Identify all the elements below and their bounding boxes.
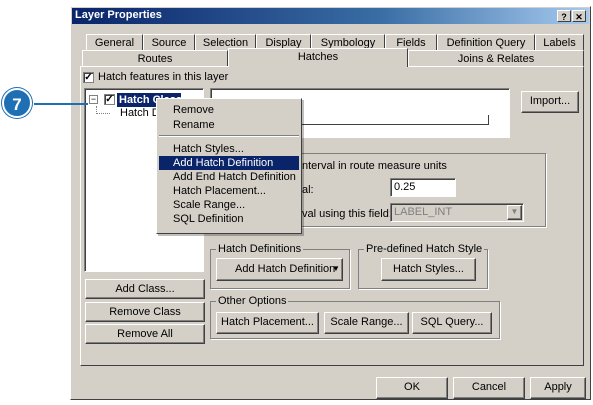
tree-connector [96, 106, 110, 114]
dropdown-arrow-icon: ▼ [332, 264, 340, 273]
menu-item-sql-definition[interactable]: SQL Definition [159, 212, 299, 226]
tab-source[interactable]: Source [143, 34, 195, 51]
menu-item-rename[interactable]: Rename [159, 118, 299, 132]
expand-collapse-icon[interactable]: − [89, 95, 98, 104]
add-class-button[interactable]: Add Class... [85, 279, 205, 299]
ok-button[interactable]: OK [376, 377, 448, 399]
menu-separator [159, 135, 299, 137]
menu-item-add-hatch-definition[interactable]: Add Hatch Definition [159, 156, 299, 170]
other-options-label: Other Options [216, 295, 289, 307]
field-label: val using this field: [302, 208, 392, 220]
tab-general[interactable]: General [86, 34, 143, 51]
remove-class-button[interactable]: Remove Class [85, 302, 205, 322]
menu-item-add-end-hatch-definition[interactable]: Add End Hatch Definition [159, 170, 299, 184]
menu-item-scale-range[interactable]: Scale Range... [159, 198, 299, 212]
preview-tick-right [488, 115, 489, 125]
add-hatch-definition-label: Add Hatch Definition [235, 263, 336, 275]
chevron-down-icon[interactable]: ▼ [507, 205, 522, 220]
hatch-placement-button[interactable]: Hatch Placement... [216, 312, 319, 334]
tab-routes[interactable]: Routes [82, 50, 228, 67]
interval-input[interactable]: 0.25 [390, 178, 456, 197]
hatch-styles-button[interactable]: Hatch Styles... [381, 258, 476, 281]
remove-all-button[interactable]: Remove All [85, 324, 205, 344]
menu-item-hatch-placement[interactable]: Hatch Placement... [159, 184, 299, 198]
tab-joins-relates[interactable]: Joins & Relates [408, 50, 584, 67]
callout-line [34, 103, 88, 105]
field-select[interactable]: LABEL_INT [390, 203, 524, 222]
hatch-definitions-label: Hatch Definitions [216, 243, 304, 255]
tab-definition-query[interactable]: Definition Query [437, 34, 535, 51]
hatch-class-checkbox[interactable]: ✓ [104, 94, 115, 105]
import-button[interactable]: Import... [521, 91, 579, 113]
hatch-features-checkbox[interactable]: ✓ [83, 72, 94, 83]
apply-button[interactable]: Apply [530, 377, 586, 399]
tab-hatches[interactable]: Hatches [228, 48, 408, 67]
interval-description: nterval in route measure units [302, 160, 447, 172]
menu-item-remove[interactable]: Remove [159, 103, 299, 117]
add-hatch-definition-button[interactable]: Add Hatch Definition ▼ [216, 258, 343, 281]
hatch-features-label: Hatch features in this layer [98, 71, 229, 83]
predefined-style-label: Pre-defined Hatch Style [364, 243, 485, 255]
context-menu[interactable]: Remove Rename Hatch Styles... Add Hatch … [156, 98, 302, 234]
cancel-button[interactable]: Cancel [453, 377, 525, 399]
window-title: Layer Properties [75, 9, 162, 21]
menu-item-hatch-styles[interactable]: Hatch Styles... [159, 142, 299, 156]
help-button[interactable]: ? [557, 10, 571, 22]
close-button[interactable]: ✕ [572, 10, 586, 22]
interval-label: al: [302, 184, 314, 196]
step-callout: 7 [2, 88, 32, 118]
field-select-value: LABEL_INT [394, 206, 453, 218]
sql-query-button[interactable]: SQL Query... [412, 312, 492, 334]
tab-labels[interactable]: Labels [535, 34, 584, 51]
scale-range-button[interactable]: Scale Range... [324, 312, 409, 334]
title-bar[interactable]: Layer Properties ? ✕ [72, 8, 589, 24]
